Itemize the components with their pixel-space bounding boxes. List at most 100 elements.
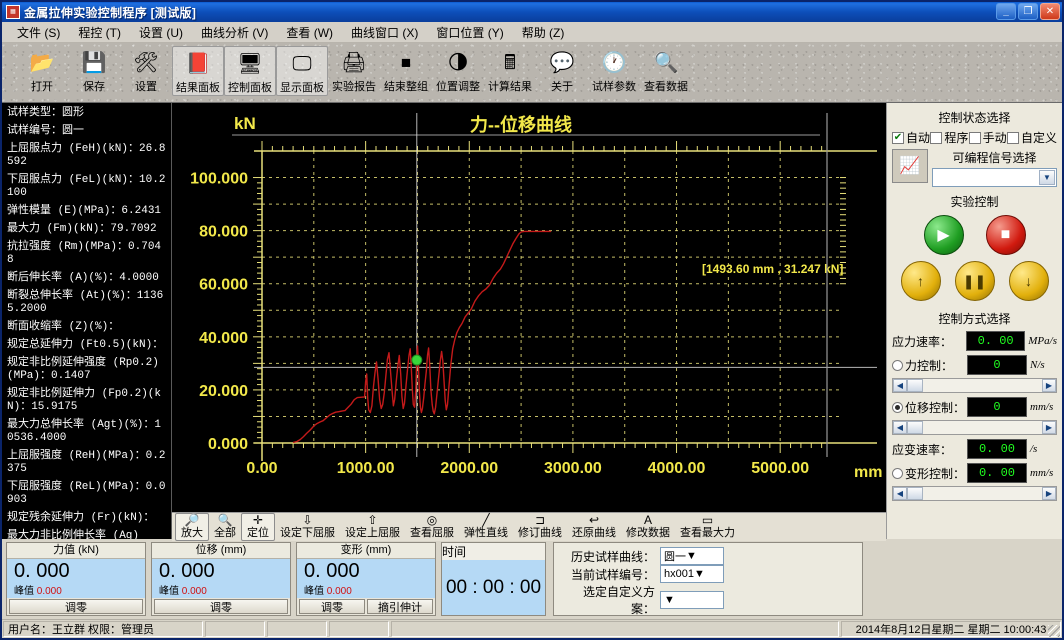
scroll-thumb[interactable] <box>907 421 923 434</box>
start-test-button[interactable]: ▶ <box>923 215 964 255</box>
checkbox-icon[interactable] <box>1006 131 1019 144</box>
scroll-right-icon[interactable]: ▶ <box>1042 421 1056 434</box>
zoom-in-icon: 🔎 <box>184 513 200 527</box>
force-zero-button[interactable]: 调零 <box>9 599 143 614</box>
toolbar-about[interactable]: 💬 关于 <box>536 46 588 96</box>
chevron-down-icon[interactable]: ▼ <box>686 550 697 562</box>
chart-tool-edit-data[interactable]: A 修改数据 <box>621 513 675 541</box>
gauge-value-area: 0. 000 峰值 0.000 <box>152 559 290 598</box>
toolbar-calculate[interactable]: 🖩 计算结果 <box>484 46 536 96</box>
chart-tool-elastic-line[interactable]: ╱ 弹性直线 <box>459 513 513 541</box>
chart-tool-label: 还原曲线 <box>572 527 616 539</box>
diagonal-line-icon: ╱ <box>482 513 490 527</box>
edit-curve-icon: ⊐ <box>534 513 546 527</box>
scroll-left-icon[interactable]: ◀ <box>893 379 907 392</box>
history-curve-select[interactable]: 圆一 ▼ <box>660 547 724 565</box>
pause-button[interactable]: ❚❚ <box>954 261 995 301</box>
deformation-zero-button[interactable]: 调零 <box>299 599 365 614</box>
stop-test-button[interactable]: ■ <box>985 215 1026 255</box>
resize-grip-icon[interactable] <box>1048 625 1060 637</box>
toolbar-open[interactable]: 📂 打开 <box>16 46 68 96</box>
toolbar-end-group[interactable]: ⏹ 结束整组 <box>380 46 432 96</box>
mode-custom[interactable]: 自定义 <box>1006 129 1057 146</box>
checkbox-icon[interactable] <box>930 131 943 144</box>
toolbar-position-adjust[interactable]: 🌗 位置调整 <box>432 46 484 96</box>
menu-settings[interactable]: 设置 (U) <box>130 22 192 43</box>
chevron-down-icon[interactable]: ▼ <box>664 594 675 606</box>
checkbox-icon[interactable] <box>968 131 981 144</box>
toolbar-label: 试样参数 <box>592 81 636 93</box>
undo-curve-icon: ↩ <box>588 513 600 527</box>
toolbar-control-panel[interactable]: 🖥 控制面板 <box>224 46 276 96</box>
current-specimen-select[interactable]: hx001 ▼ <box>660 565 724 583</box>
chart-tool-restore-curve[interactable]: ↩ 还原曲线 <box>567 513 621 541</box>
force-control-unit: N/s <box>1030 359 1045 371</box>
radio-icon[interactable] <box>892 359 903 371</box>
timer-value: 00 : 00 : 00 <box>442 560 545 615</box>
mode-program[interactable]: 程序 <box>930 129 968 146</box>
mode-manual[interactable]: 手动 <box>968 129 1007 146</box>
chart-tool-zoom-all[interactable]: 🔍 全部 <box>209 513 241 541</box>
checkbox-icon[interactable]: ✔ <box>892 131 904 144</box>
gauge-buttons: 调零 <box>7 598 145 615</box>
toolbar-test-report[interactable]: 🖨 实验报告 <box>328 46 380 96</box>
result-line: 抗拉强度 (Rm)(MPa)：0.7048 <box>7 241 162 266</box>
chevron-down-icon[interactable]: ▼ <box>694 568 705 580</box>
menu-curve-analysis[interactable]: 曲线分析 (V) <box>192 22 277 43</box>
select-value: hx001 <box>664 568 694 580</box>
maximize-button[interactable]: ❐ <box>1018 3 1038 20</box>
waveform-chart-icon[interactable]: 📈 <box>892 149 928 183</box>
deformation-control-scrollbar[interactable]: ◀ ▶ <box>892 486 1057 501</box>
move-down-button[interactable]: ↓ <box>1008 261 1049 301</box>
status-user: 用户名：王立群 权限：管理员 <box>3 621 203 637</box>
toolbar-view-data[interactable]: 🔍 查看数据 <box>640 46 692 96</box>
chart-cursor-marker[interactable] <box>411 354 423 366</box>
displacement-zero-button[interactable]: 调零 <box>154 599 288 614</box>
chart-tool-view-yield[interactable]: ◎ 查看屈服 <box>405 513 459 541</box>
menu-help[interactable]: 帮助 (Z) <box>513 22 574 43</box>
force-displacement-chart[interactable]: kN 力--位移曲线 0.000 20.000 40.000 60.000 80.000 10… <box>172 103 886 512</box>
scroll-left-icon[interactable]: ◀ <box>893 487 907 500</box>
toolbar-results-panel[interactable]: 📕 结果面板 <box>172 46 224 96</box>
menu-window-position[interactable]: 窗口位置 (Y) <box>427 22 512 43</box>
scroll-right-icon[interactable]: ▶ <box>1042 379 1056 392</box>
chart-tool-zoom-in[interactable]: 🔎 放大 <box>175 513 209 541</box>
minimize-button[interactable]: _ <box>996 3 1016 20</box>
programmable-signal-select[interactable]: ▼ <box>932 168 1057 187</box>
menu-curve-window[interactable]: 曲线窗口 (X) <box>342 22 427 43</box>
toolbar-save[interactable]: 💾 保存 <box>68 46 120 96</box>
scroll-left-icon[interactable]: ◀ <box>893 421 907 434</box>
control-panel: 控制状态选择 ✔ 自动 程序 手动 自定义 📈 可编程信号选择 ▼ 实验控制 ▶ ■ ↑ ❚… <box>886 103 1062 539</box>
strain-rate-value: 0. 00 <box>967 439 1027 459</box>
gauge-displacement: 位移 (mm) 0. 000 峰值 0.000 调零 <box>151 542 291 616</box>
toolbar-label: 结束整组 <box>384 81 428 93</box>
force-control-scrollbar[interactable]: ◀ ▶ <box>892 378 1057 393</box>
toolbar-settings[interactable]: 🛠 设置 <box>120 46 172 96</box>
chart-tool-set-upper-yield[interactable]: ⇧ 设定上屈服 <box>340 513 405 541</box>
custom-scheme-select[interactable]: ▼ <box>660 591 724 609</box>
menu-view[interactable]: 查看 (W) <box>277 22 342 43</box>
menu-program-control[interactable]: 程控 (T) <box>69 22 130 43</box>
move-up-button[interactable]: ↑ <box>900 261 941 301</box>
chart-tool-set-lower-yield[interactable]: ⇩ 设定下屈服 <box>275 513 340 541</box>
radio-icon[interactable] <box>892 401 903 413</box>
chart-background <box>172 103 886 509</box>
displacement-control-scrollbar[interactable]: ◀ ▶ <box>892 420 1057 435</box>
select-value: 圆一 <box>664 551 686 563</box>
scroll-thumb[interactable] <box>907 487 923 500</box>
close-button[interactable]: ✕ <box>1040 3 1060 20</box>
chart-canvas[interactable]: kN 力--位移曲线 0.000 20.000 40.000 60.000 80.000 10… <box>172 103 886 509</box>
chart-tool-view-max-force[interactable]: ▭ 查看最大力 <box>675 513 740 541</box>
mode-auto[interactable]: ✔ 自动 <box>892 129 930 146</box>
chevron-down-icon[interactable]: ▼ <box>1039 170 1055 185</box>
chart-tool-revise-curve[interactable]: ⊐ 修订曲线 <box>513 513 567 541</box>
remove-extensometer-button[interactable]: 摘引伸计 <box>367 599 433 614</box>
toolbar-display-panel[interactable]: 🖵 显示面板 <box>276 46 328 96</box>
chart-tool-locate[interactable]: ✛ 定位 <box>241 513 275 541</box>
menu-file[interactable]: 文件 (S) <box>8 22 69 43</box>
scroll-right-icon[interactable]: ▶ <box>1042 487 1056 500</box>
radio-icon[interactable] <box>892 467 903 479</box>
toolbar-specimen-params[interactable]: 🕐 试样参数 <box>588 46 640 96</box>
control-method-title: 控制方式选择 <box>938 312 1011 326</box>
scroll-thumb[interactable] <box>907 379 923 392</box>
